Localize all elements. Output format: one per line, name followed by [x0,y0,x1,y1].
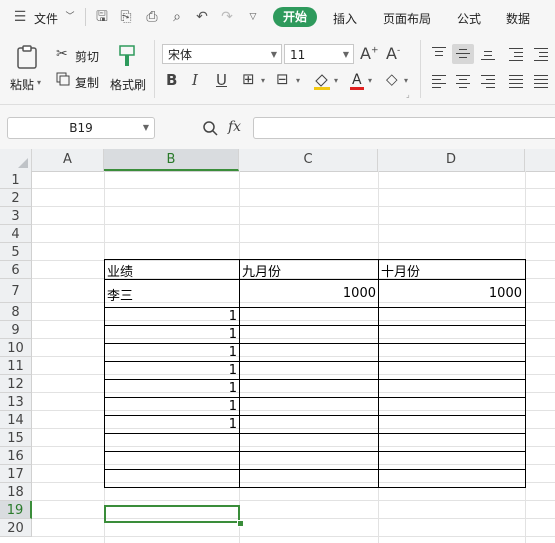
grid-line [32,536,555,537]
row-header-18[interactable]: 18 [0,483,32,501]
row-header-1[interactable]: 1 [0,171,32,189]
border-line [104,397,526,398]
grid-line [32,500,555,501]
cell-b9[interactable]: 1 [107,327,237,342]
row-header-8[interactable]: 8 [0,303,32,321]
row-header-17[interactable]: 17 [0,465,32,483]
border-line [104,279,526,280]
cell-d6[interactable]: 十月份 [381,261,420,280]
border-line [104,379,526,380]
grid-line [32,464,555,465]
border-line [104,433,526,434]
cell-b6[interactable]: 业绩 [107,261,133,280]
row-header-9[interactable]: 9 [0,321,32,339]
border-line [104,361,526,362]
row-header-20[interactable]: 20 [0,519,32,537]
row-header-11[interactable]: 11 [0,357,32,375]
row-header-15[interactable]: 15 [0,429,32,447]
border-line [104,415,526,416]
cell-b12[interactable]: 1 [107,381,237,396]
row-header-6[interactable]: 6 [0,261,32,279]
selected-cell-b19[interactable] [104,505,240,523]
grid-line [32,446,555,447]
border-line [104,451,526,452]
grid-line [32,224,555,225]
row-header-16[interactable]: 16 [0,447,32,465]
border-line [104,259,105,488]
fill-handle[interactable] [237,520,244,527]
border-line [104,469,526,470]
row-header-10[interactable]: 10 [0,339,32,357]
cell-d7[interactable]: 1000 [381,286,522,301]
row-header-2[interactable]: 2 [0,189,32,207]
row-header-4[interactable]: 4 [0,225,32,243]
border-line [239,259,240,488]
row-header-5[interactable]: 5 [0,243,32,261]
row-header-3[interactable]: 3 [0,207,32,225]
grid-line [32,206,555,207]
grid-line [32,242,555,243]
cell-c7[interactable]: 1000 [242,286,376,301]
cell-b10[interactable]: 1 [107,345,237,360]
border-line [104,343,526,344]
cell-b13[interactable]: 1 [107,399,237,414]
border-line [104,307,526,308]
row-header-7[interactable]: 7 [0,279,32,303]
border-line [104,487,526,488]
cell-b7[interactable]: 李三 [107,285,133,304]
cell-c6[interactable]: 九月份 [242,261,281,280]
border-line [104,259,526,260]
row-header-14[interactable]: 14 [0,411,32,429]
row-header-19[interactable]: 19 [0,501,32,519]
grid-line [32,482,555,483]
grid-line [32,188,555,189]
border-line [378,259,379,488]
border-line [104,325,526,326]
row-header-13[interactable]: 13 [0,393,32,411]
cell-b14[interactable]: 1 [107,417,237,432]
border-line [525,259,526,488]
cell-b8[interactable]: 1 [107,309,237,324]
row-header-12[interactable]: 12 [0,375,32,393]
cell-b11[interactable]: 1 [107,363,237,378]
